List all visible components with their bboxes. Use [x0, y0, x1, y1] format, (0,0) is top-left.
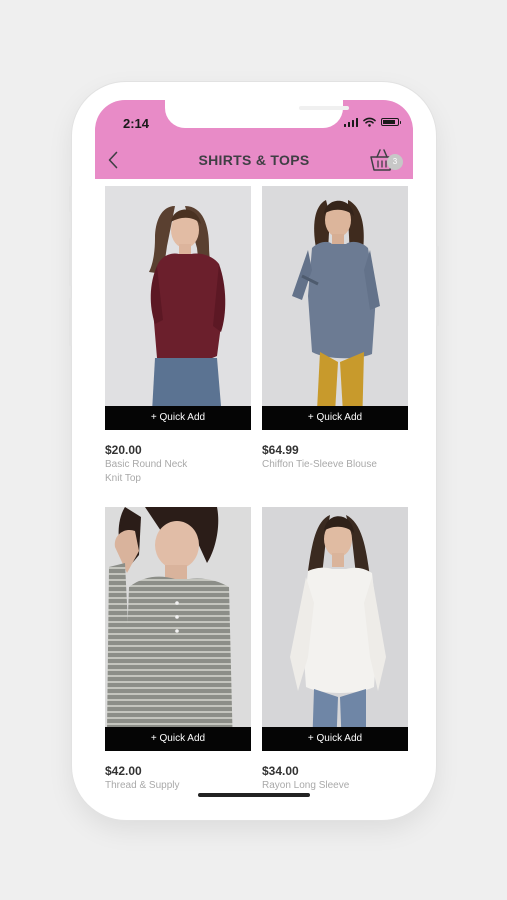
- product-price: $20.00: [105, 443, 142, 457]
- cart-button[interactable]: 3: [369, 147, 403, 175]
- quick-add-button[interactable]: + Quick Add: [105, 406, 251, 430]
- product-price: $64.99: [262, 443, 299, 457]
- battery-icon: [381, 118, 401, 126]
- product-image[interactable]: [105, 507, 251, 751]
- product-card[interactable]: + Quick Add $64.99 Chiffon Tie-Sleeve Bl…: [262, 186, 408, 486]
- quick-add-button[interactable]: + Quick Add: [105, 727, 251, 751]
- app-header: 2:14 SHIRTS & TOPS 3: [95, 100, 413, 179]
- phone-side-button: [69, 298, 72, 346]
- phone-side-button: [69, 238, 72, 286]
- screen: 2:14 SHIRTS & TOPS 3 + Quick Add $20.00 …: [95, 100, 413, 800]
- wifi-icon: [363, 117, 376, 127]
- product-image[interactable]: [262, 186, 408, 430]
- status-time: 2:14: [123, 116, 150, 131]
- product-price: $34.00: [262, 764, 299, 778]
- quick-add-button[interactable]: + Quick Add: [262, 406, 408, 430]
- page-title: SHIRTS & TOPS: [198, 152, 310, 168]
- phone-side-button: [436, 246, 439, 326]
- product-price: $42.00: [105, 764, 142, 778]
- notch: [165, 100, 349, 128]
- home-indicator: [198, 793, 310, 797]
- product-name[interactable]: Rayon Long Sleeve: [262, 779, 408, 793]
- phone-side-button: [69, 186, 72, 212]
- product-card[interactable]: + Quick Add $20.00 Basic Round Neck Knit…: [105, 186, 251, 486]
- product-name[interactable]: Thread & Supply: [105, 779, 251, 793]
- signal-icon: [343, 117, 358, 127]
- product-card[interactable]: + Quick Add $34.00 Rayon Long Sleeve: [262, 507, 408, 797]
- product-name[interactable]: Basic Round Neck Knit Top: [105, 458, 205, 486]
- cart-count-badge: 3: [387, 154, 403, 170]
- speaker: [299, 106, 349, 110]
- product-image[interactable]: [105, 186, 251, 430]
- product-card[interactable]: + Quick Add $42.00 Thread & Supply: [105, 507, 251, 797]
- product-name[interactable]: Chiffon Tie-Sleeve Blouse: [262, 458, 408, 472]
- status-icons: [343, 117, 401, 127]
- quick-add-button[interactable]: + Quick Add: [262, 727, 408, 751]
- product-image[interactable]: [262, 507, 408, 751]
